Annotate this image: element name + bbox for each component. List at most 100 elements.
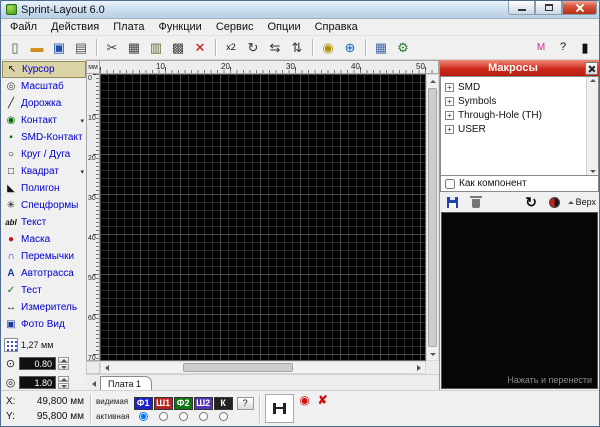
scroll-down-button[interactable] <box>427 348 438 360</box>
zoom-button[interactable]: ◉ <box>317 37 339 58</box>
grid-setting-button[interactable]: 1,27 мм <box>2 336 86 354</box>
pcb-canvas[interactable] <box>100 74 426 361</box>
tool-mask[interactable]: ●Маска <box>2 231 86 248</box>
tool-special-form[interactable]: ✳Спецформы <box>2 197 86 214</box>
macros-close-button[interactable] <box>585 62 598 75</box>
board-tab[interactable]: Плата 1 <box>100 376 152 390</box>
tree-item-2[interactable]: +Through-Hole (TH) <box>443 108 584 122</box>
layer-radio-input-К[interactable] <box>219 412 228 421</box>
menu-item-2[interactable]: Плата <box>106 20 151 34</box>
track-width-value[interactable]: 0.80 <box>19 357 56 370</box>
print-button[interactable]: ▤ <box>70 37 92 58</box>
tool-test[interactable]: ✓Тест <box>2 282 86 299</box>
title-bar[interactable]: Sprint-Layout 6.0 <box>1 1 599 19</box>
pad-size-value[interactable]: 1.80 <box>19 376 56 389</box>
tree-item-1[interactable]: +Symbols <box>443 94 584 108</box>
tree-item-3[interactable]: +USER <box>443 122 584 136</box>
layer-radio-Ф1[interactable] <box>134 412 153 421</box>
chevron-down-icon[interactable]: ▾ <box>80 168 84 176</box>
vertical-scrollbar[interactable] <box>426 74 439 361</box>
vertical-scrollbar-thumb[interactable] <box>428 88 437 347</box>
tool-photo-view[interactable]: ▣Фото Вид <box>2 316 86 333</box>
photo-mode-button[interactable]: ▮ <box>574 37 596 58</box>
caliper-icon[interactable] <box>273 403 286 414</box>
tool-circle[interactable]: ○Круг / Дуга <box>2 146 86 163</box>
copy-button[interactable]: ▦ <box>123 37 145 58</box>
tool-smd-pad[interactable]: ▪SMD-Контакт <box>2 129 86 146</box>
expand-icon[interactable]: + <box>445 97 454 106</box>
layer-button-Ш2[interactable]: Ш2 <box>194 397 213 410</box>
side-select[interactable]: Верх <box>568 197 596 207</box>
layer-button-Ф2[interactable]: Ф2 <box>174 397 193 410</box>
horizontal-scrollbar-track[interactable] <box>113 362 413 373</box>
scroll-left-button[interactable] <box>101 362 113 373</box>
menu-item-0[interactable]: Файл <box>3 20 44 34</box>
rotate-button[interactable]: ↻ <box>242 37 264 58</box>
horizontal-scrollbar[interactable] <box>100 361 426 374</box>
as-component-row[interactable]: Как компонент <box>440 176 599 192</box>
refresh-button[interactable]: ↻ <box>522 194 541 211</box>
track-width-up-button[interactable] <box>58 357 69 363</box>
remove-origin-button[interactable]: ✘ <box>314 392 332 408</box>
menu-item-5[interactable]: Опции <box>261 20 308 34</box>
menu-item-3[interactable]: Функции <box>151 20 208 34</box>
flip-vertical-button[interactable]: ⇅ <box>286 37 308 58</box>
macro-preview[interactable]: Нажать и перенести <box>441 212 598 389</box>
flip-horizontal-button[interactable]: ⇆ <box>264 37 286 58</box>
layer-radio-Ф2[interactable] <box>174 412 193 421</box>
macro-tree-scrollbar[interactable] <box>586 77 598 175</box>
layer-radio-input-Ш1[interactable] <box>159 412 168 421</box>
minimize-button[interactable] <box>508 1 535 15</box>
menu-item-6[interactable]: Справка <box>308 20 365 34</box>
macros-panel-header[interactable]: Макросы <box>440 60 599 76</box>
tool-rect[interactable]: □Квадрат▾ <box>2 163 86 180</box>
tab-nav-left-button[interactable] <box>88 378 100 390</box>
save-macro-button[interactable] <box>443 194 462 211</box>
layer-radio-input-Ш2[interactable] <box>199 412 208 421</box>
scroll-right-button[interactable] <box>413 362 425 373</box>
tool-text[interactable]: ablТекст <box>2 214 86 231</box>
save-button[interactable]: ▣ <box>48 37 70 58</box>
horizontal-scrollbar-thumb[interactable] <box>183 363 293 372</box>
tool-jumper[interactable]: ∩Перемычки <box>2 248 86 265</box>
crosshair-button[interactable]: ⊕ <box>339 37 361 58</box>
delete-macro-button[interactable] <box>466 194 485 211</box>
macros-panel-button[interactable]: M <box>530 37 552 58</box>
expand-icon[interactable]: + <box>445 83 454 92</box>
paste-button[interactable]: ▥ <box>145 37 167 58</box>
board-side-button[interactable] <box>545 194 564 211</box>
layer-button-К[interactable]: К <box>214 397 233 410</box>
help-button[interactable]: ? <box>552 37 574 58</box>
grid-view-button[interactable]: ▦ <box>370 37 392 58</box>
layer-button-Ш1[interactable]: Ш1 <box>154 397 173 410</box>
close-button[interactable] <box>562 1 597 15</box>
pad-size-up-button[interactable] <box>58 376 69 382</box>
origin-button[interactable]: ◉ <box>296 392 314 408</box>
tool-autoroute[interactable]: AАвтотрасса <box>2 265 86 282</box>
layer-button-Ф1[interactable]: Ф1 <box>134 397 153 410</box>
layer-radio-input-Ф2[interactable] <box>179 412 188 421</box>
layer-help-button[interactable]: ? <box>237 397 254 410</box>
expand-icon[interactable]: + <box>445 111 454 120</box>
tool-track[interactable]: ╱Дорожка <box>2 95 86 112</box>
tool-pad[interactable]: ◉Контакт▾ <box>2 112 86 129</box>
layer-radio-К[interactable] <box>214 412 233 421</box>
tree-item-0[interactable]: +SMD <box>443 80 584 94</box>
duplicate-button[interactable]: ▩ <box>167 37 189 58</box>
layer-radio-Ш1[interactable] <box>154 412 173 421</box>
menu-item-4[interactable]: Сервис <box>209 20 261 34</box>
layer-radio-Ш2[interactable] <box>194 412 213 421</box>
chevron-down-icon[interactable]: ▾ <box>80 117 84 125</box>
delete-button[interactable]: ✕ <box>189 37 211 58</box>
layer-radio-input-Ф1[interactable] <box>139 412 148 421</box>
as-component-checkbox[interactable] <box>445 179 455 189</box>
scale-x2-button[interactable]: x2 <box>220 37 242 58</box>
pad-size-down-button[interactable] <box>58 383 69 389</box>
cut-button[interactable]: ✂ <box>101 37 123 58</box>
new-file-button[interactable]: ▯ <box>4 37 26 58</box>
scroll-up-button[interactable] <box>427 75 438 87</box>
maximize-button[interactable] <box>535 1 562 15</box>
track-width-down-button[interactable] <box>58 364 69 370</box>
tool-zoom[interactable]: ◎Масштаб <box>2 78 86 95</box>
tool-cursor[interactable]: ↖Курсор <box>2 61 86 78</box>
